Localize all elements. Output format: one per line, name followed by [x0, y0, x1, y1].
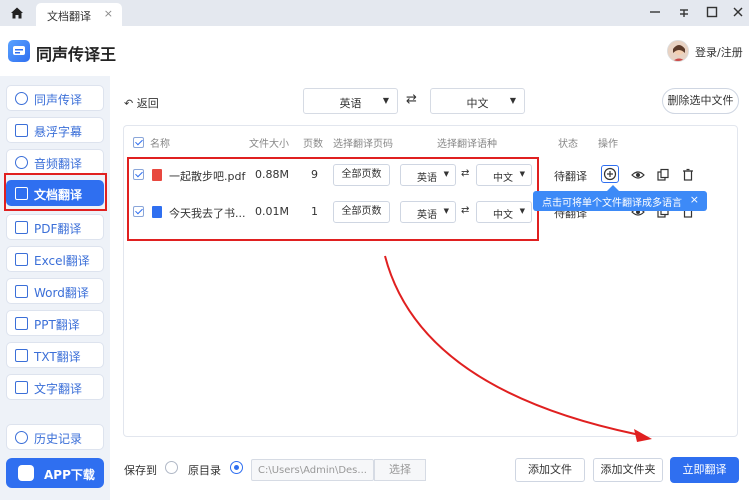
text-icon [15, 381, 28, 394]
maximize-icon[interactable] [705, 5, 719, 19]
target-language-select[interactable]: 中文 ▼ [430, 88, 525, 114]
sidebar-item-subtitle[interactable]: 悬浮字幕 [6, 117, 104, 143]
sidebar-item-label: 音频翻译 [34, 157, 83, 171]
app-logo-icon [8, 40, 30, 62]
source-language-select[interactable]: 英语 ▼ [303, 88, 398, 114]
tooltip-close-icon[interactable]: × [690, 193, 699, 206]
back-label: 返回 [136, 97, 159, 110]
app-header: 同声传译王 登录/注册 [0, 26, 749, 76]
save-custom-radio[interactable] [165, 461, 178, 474]
sidebar-item-txt[interactable]: TXT翻译 [6, 342, 104, 368]
word-icon [15, 285, 28, 298]
sidebar-item-ppt[interactable]: PPT翻译 [6, 310, 104, 336]
select-all-checkbox[interactable] [133, 137, 144, 148]
app-icon [18, 465, 34, 481]
delete-selected-button[interactable]: 删除选中文件 [662, 88, 739, 114]
restore-icon[interactable] [677, 5, 691, 19]
add-language-icon[interactable] [603, 167, 617, 181]
sidebar-item-text[interactable]: 文字翻译 [6, 374, 104, 400]
sidebar-item-simultaneous[interactable]: 同声传译 [6, 85, 104, 111]
add-file-button[interactable]: 添加文件 [515, 458, 585, 482]
sidebar-item-label: PDF翻译 [34, 222, 82, 236]
sidebar-item-audio[interactable]: 音频翻译 [6, 149, 104, 175]
sidebar-item-label: Excel翻译 [34, 254, 90, 268]
back-arrow-icon: ↶ [124, 97, 137, 110]
header-language: 选择翻译语种 [437, 139, 497, 150]
login-link[interactable]: 登录/注册 [695, 44, 743, 60]
chevron-down-icon: ▼ [509, 96, 516, 105]
sidebar-item-history[interactable]: 历史记录 [6, 424, 104, 450]
original-dir-label: 原目录 [188, 464, 221, 477]
tooltip-text: 点击可将单个文件翻译成多语言 [542, 198, 682, 209]
tab-close-icon[interactable]: × [104, 7, 113, 20]
subtitle-icon [15, 124, 28, 137]
sidebar-item-pdf[interactable]: PDF翻译 [6, 214, 104, 240]
sidebar-item-label: Word翻译 [34, 286, 89, 300]
app-download-button[interactable]: APP下载 [6, 458, 104, 488]
header-page-range: 选择翻译页码 [333, 139, 393, 150]
home-icon[interactable] [10, 6, 24, 20]
pdf-icon [15, 221, 28, 234]
tooltip: 点击可将单个文件翻译成多语言 × [533, 185, 707, 211]
history-icon [15, 431, 28, 444]
header-size: 文件大小 [249, 139, 289, 150]
highlight-box [127, 157, 539, 241]
sidebar-item-word[interactable]: Word翻译 [6, 278, 104, 304]
sidebar-item-label: 历史记录 [34, 432, 83, 446]
audio-icon [15, 156, 28, 169]
txt-icon [15, 349, 28, 362]
copy-icon[interactable] [656, 168, 670, 182]
app-download-label: APP下载 [44, 468, 95, 482]
save-to-label: 保存到 [124, 464, 157, 477]
tab-label: 文档翻译 [47, 10, 91, 23]
tab-bar: 文档翻译 × [0, 0, 749, 26]
tab-document-translate[interactable]: 文档翻译 × [36, 3, 122, 26]
minimize-icon[interactable] [648, 5, 662, 19]
sidebar-item-label: 文字翻译 [34, 382, 83, 396]
sidebar-item-label: PPT翻译 [34, 318, 80, 332]
avatar[interactable] [667, 40, 689, 62]
choose-path-button[interactable]: 选择 [374, 459, 426, 481]
back-button[interactable]: ↶ 返回 [124, 95, 159, 111]
excel-icon [15, 253, 28, 266]
preview-eye-icon[interactable] [631, 168, 645, 182]
mic-icon [15, 92, 28, 105]
sidebar-item-label: TXT翻译 [34, 350, 81, 364]
header-pages: 页数 [303, 139, 323, 150]
app-title: 同声传译王 [36, 45, 117, 64]
add-folder-button[interactable]: 添加文件夹 [593, 458, 663, 482]
header-status: 状态 [558, 139, 578, 150]
header-name: 名称 [150, 139, 170, 150]
ppt-icon [15, 317, 28, 330]
sidebar-item-label: 悬浮字幕 [34, 125, 83, 139]
swap-language-icon[interactable]: ⇄ [406, 92, 417, 107]
delete-icon[interactable] [681, 168, 695, 182]
sidebar-item-excel[interactable]: Excel翻译 [6, 246, 104, 272]
save-path-input[interactable] [251, 459, 374, 481]
original-dir-radio[interactable] [230, 461, 243, 474]
close-icon[interactable] [731, 5, 745, 19]
translate-now-button[interactable]: 立即翻译 [670, 457, 739, 483]
status-text: 待翻译 [554, 170, 587, 183]
highlight-box [4, 173, 107, 211]
sidebar-item-label: 同声传译 [34, 93, 83, 107]
header-actions: 操作 [598, 139, 618, 150]
chevron-down-icon: ▼ [382, 96, 389, 105]
